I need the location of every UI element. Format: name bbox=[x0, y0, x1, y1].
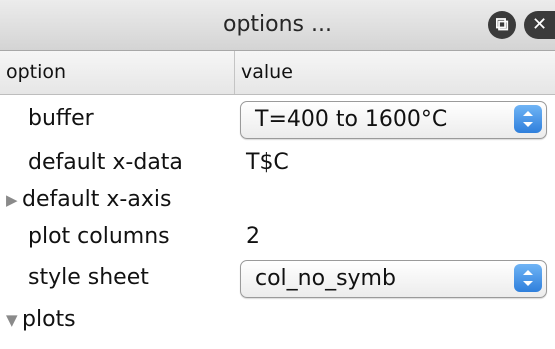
style-sheet-select-value: col_no_symb bbox=[255, 266, 396, 291]
option-label-buffer: buffer bbox=[28, 106, 94, 131]
option-row-plots[interactable]: ▼ plots bbox=[0, 300, 555, 340]
default-x-data-value[interactable]: T$C bbox=[246, 143, 289, 183]
disclosure-expanded-icon[interactable]: ▼ bbox=[6, 300, 18, 340]
disclosure-collapsed-icon[interactable]: ▶ bbox=[6, 180, 18, 220]
option-row-style-sheet: style sheet col_no_symb bbox=[0, 258, 555, 298]
header-value[interactable]: value bbox=[234, 51, 555, 94]
header-option[interactable]: option bbox=[0, 51, 231, 94]
close-icon[interactable]: ✕ bbox=[524, 11, 555, 39]
option-label-default-x-axis: default x-axis bbox=[22, 187, 172, 212]
stepper-icon[interactable] bbox=[514, 105, 542, 133]
list-item-partial bbox=[0, 338, 555, 349]
option-row-buffer: buffer T=400 to 1600°C bbox=[0, 99, 555, 139]
float-window-icon[interactable]: ⧉ bbox=[488, 11, 516, 39]
title-bar: options ... ⧉ ✕ bbox=[0, 0, 555, 51]
option-row-default-x-data: default x-data T$C bbox=[0, 143, 555, 183]
window-title: options ... bbox=[222, 12, 332, 37]
buffer-select[interactable]: T=400 to 1600°C bbox=[240, 101, 547, 139]
plot-columns-value[interactable]: 2 bbox=[246, 217, 260, 257]
option-label-default-x-data: default x-data bbox=[28, 150, 183, 175]
option-row-default-x-axis[interactable]: ▶ default x-axis bbox=[0, 180, 555, 220]
stepper-icon[interactable] bbox=[514, 264, 542, 292]
table-header: option value bbox=[0, 51, 555, 95]
style-sheet-select[interactable]: col_no_symb bbox=[240, 260, 547, 298]
option-label-plots: plots bbox=[22, 307, 76, 332]
option-label-plot-columns: plot columns bbox=[28, 224, 170, 249]
option-label-style-sheet: style sheet bbox=[28, 265, 149, 290]
option-row-plot-columns: plot columns 2 bbox=[0, 217, 555, 257]
buffer-select-value: T=400 to 1600°C bbox=[255, 107, 448, 132]
